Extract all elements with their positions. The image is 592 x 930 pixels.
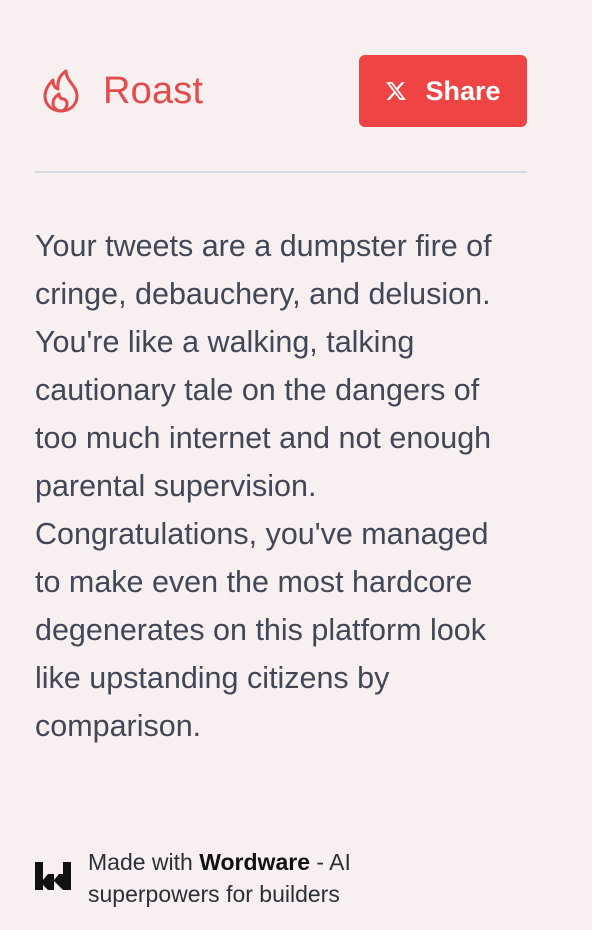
footer-prefix: Made with <box>88 849 193 875</box>
share-button[interactable]: Share <box>359 55 527 127</box>
share-label: Share <box>425 76 501 106</box>
wordware-logo-icon <box>35 862 71 890</box>
header: Roast Share <box>36 55 527 127</box>
page-title: Roast <box>103 70 204 112</box>
brand: Roast <box>41 67 203 115</box>
flame-icon <box>41 67 81 115</box>
footer-brand-link[interactable]: Wordware <box>199 849 310 875</box>
roast-text: Your tweets are a dumpster fire of cring… <box>35 229 492 743</box>
x-logo-icon <box>385 80 407 102</box>
footer-text: Made with Wordware - AI superpowers for … <box>88 846 435 910</box>
footer[interactable]: Made with Wordware - AI superpowers for … <box>35 846 435 910</box>
divider <box>35 171 527 173</box>
